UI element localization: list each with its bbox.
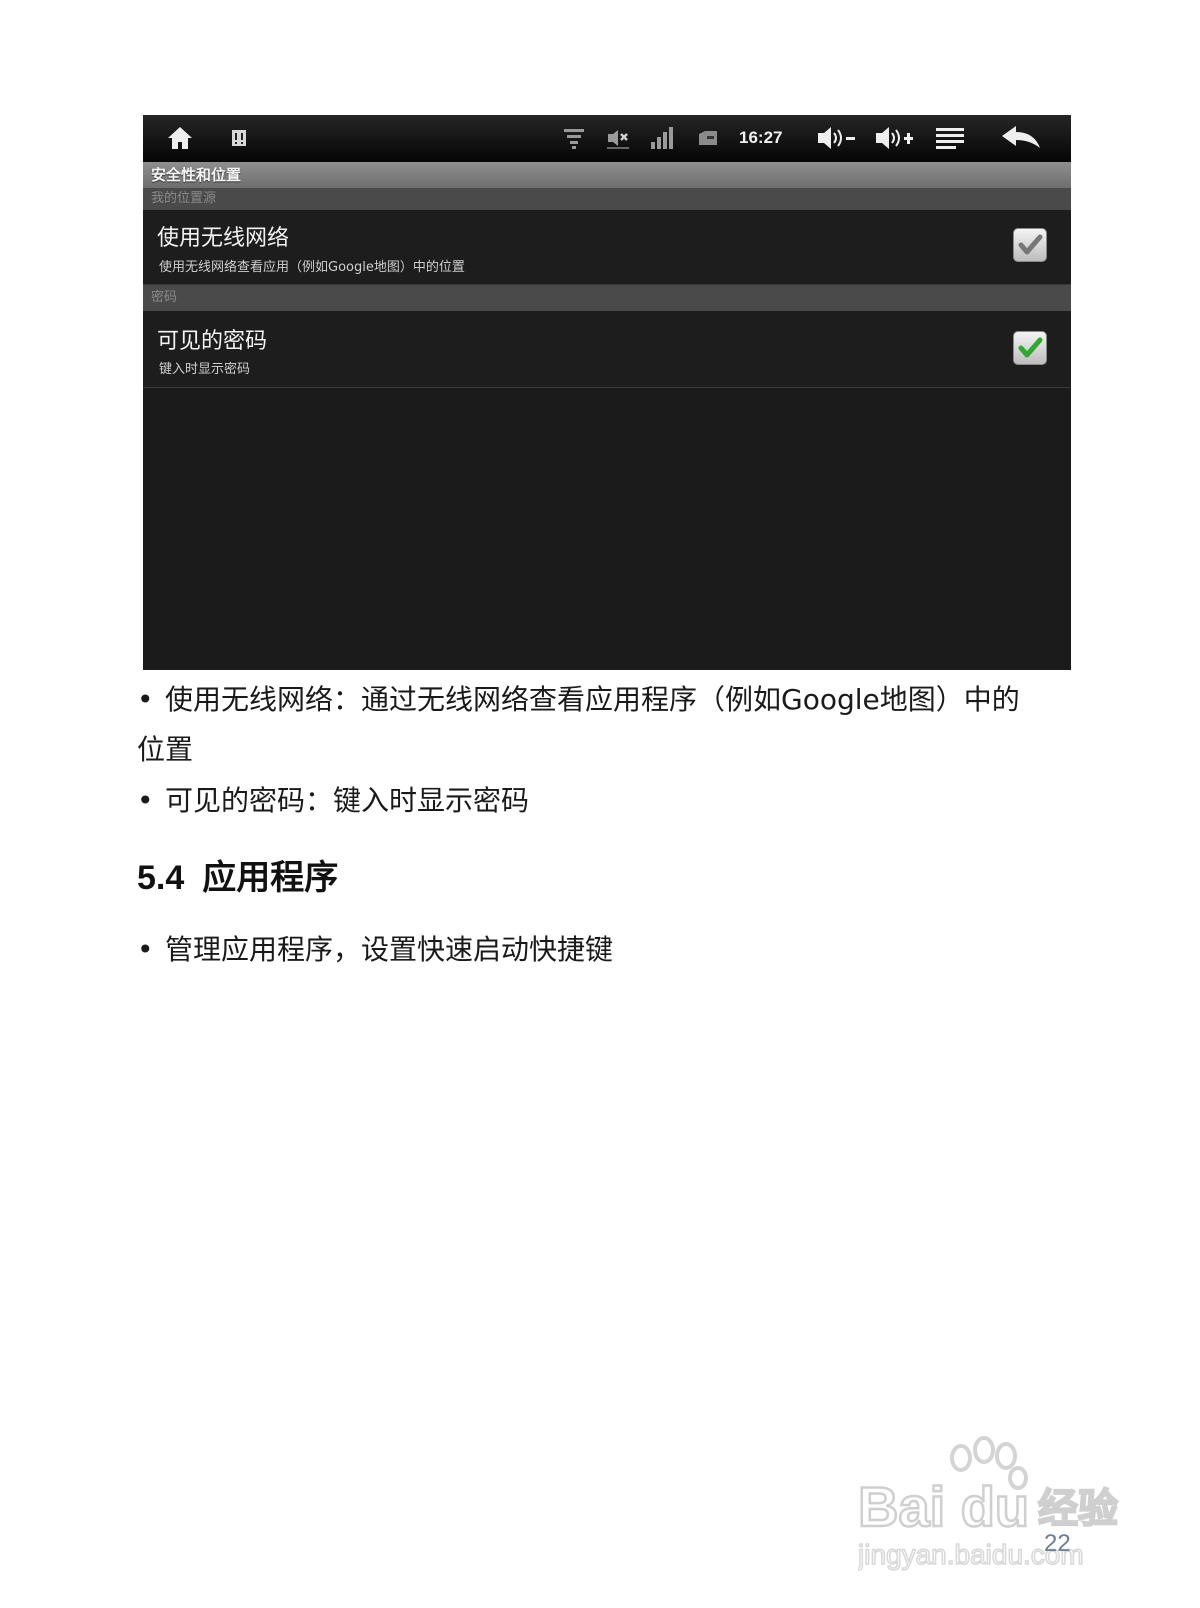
volume-down-icon[interactable] [815,123,859,153]
bullet-wireless-continuation: 位置 [137,733,194,766]
bullet-manage-apps: • 管理应用程序，设置快速启动快捷键 [137,924,613,976]
status-time: 16:27 [739,128,783,147]
screen-title: 安全性和位置 [143,162,1071,188]
bullet-dot: • [137,784,154,817]
wireless-checkbox[interactable] [1013,228,1047,262]
visible-password-title: 可见的密码 [157,329,268,354]
battery-icon [693,123,723,153]
bullet-dot: • [137,683,154,716]
home-icon[interactable] [163,123,197,153]
section-number: 5.4 [137,859,185,897]
visible-password-checkbox[interactable] [1013,331,1047,365]
signal-icon [647,123,677,153]
wifi-icon [559,123,589,153]
wireless-pref-title: 使用无线网络 [157,226,290,251]
svg-text:Bai du: Bai du [858,1475,1029,1538]
menu-icon[interactable] [933,123,967,153]
svg-text:经验: 经验 [1038,1486,1118,1532]
section-title: 应用程序 [202,858,339,898]
visible-password-pref[interactable]: 可见的密码 键入时显示密码 [143,311,1071,388]
section-location-header: 我的位置源 [143,188,1071,210]
baidu-paw-logo: Bai du 经验 jingyan.baidu.com [856,1436,1119,1571]
bullet-wireless-text: 使用无线网络：通过无线网络查看应用程序（例如Google地图）中的 [165,683,1020,716]
visible-password-summary: 键入时显示密码 [159,362,251,377]
page-number: 22 [1044,1530,1071,1557]
baidu-watermark: Bai du 经验 jingyan.baidu.com [856,1432,1158,1582]
section-password-header: 密码 [143,285,1071,311]
wireless-pref-summary: 使用无线网络查看应用（例如Google地图）中的位置 [159,260,465,275]
mute-icon [603,123,633,153]
section-heading: 5.4 应用程序 [137,850,338,899]
back-icon[interactable] [999,123,1043,153]
settings-screenshot: 16:27 安全性和位置 我的位置源 使用无线网络 使用无线网络查看应用（例如G… [143,115,1071,670]
bullet-visible-password: • 可见的密码：键入时显示密码 [137,775,529,827]
wireless-network-pref[interactable]: 使用无线网络 使用无线网络查看应用（例如Google地图）中的位置 [143,210,1071,285]
status-bar: 16:27 [143,115,1071,162]
volume-up-icon[interactable] [873,123,917,153]
check-mark-icon [1018,234,1043,255]
bullet-manage-apps-text: 管理应用程序，设置快速启动快捷键 [165,933,614,966]
bullet-wireless: • 使用无线网络：通过无线网络查看应用程序（例如Google地图）中的 [137,674,1020,726]
notification-icon[interactable] [227,123,251,153]
check-mark-icon [1018,337,1043,358]
bullet-dot: • [137,933,154,966]
bullet-visible-password-text: 可见的密码：键入时显示密码 [165,784,530,817]
